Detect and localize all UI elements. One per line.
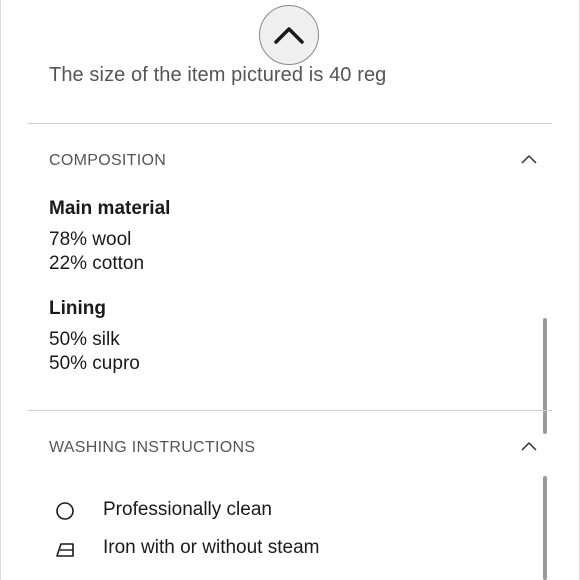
scrollbar-thumb[interactable] <box>543 318 547 434</box>
composition-title: COMPOSITION <box>49 152 167 169</box>
scroll-to-top-button[interactable] <box>259 5 319 65</box>
material-line: 78% wool <box>49 229 132 250</box>
chevron-up-icon <box>521 155 537 164</box>
professional-clean-circle-icon <box>56 502 74 520</box>
divider <box>28 410 552 411</box>
divider <box>28 123 552 124</box>
washing-instructions-title: WASHING INSTRUCTIONS <box>49 439 256 456</box>
size-note: The size of the item pictured is 40 reg <box>49 64 387 86</box>
material-line: 22% cotton <box>49 253 145 274</box>
care-instruction-label: Professionally clean <box>103 499 272 520</box>
care-instruction-label: Iron with or without steam <box>103 537 320 558</box>
frame-edge-left <box>0 0 1 580</box>
chevron-up-icon <box>521 442 537 451</box>
lining-title: Lining <box>49 298 106 319</box>
lining-line: 50% cupro <box>49 353 140 374</box>
scrollbar-thumb[interactable] <box>543 476 547 580</box>
composition-header[interactable]: COMPOSITION <box>49 148 539 176</box>
main-material-title: Main material <box>49 198 171 219</box>
chevron-up-icon <box>274 27 304 44</box>
lining-line: 50% silk <box>49 329 120 350</box>
washing-instructions-header[interactable]: WASHING INSTRUCTIONS <box>49 435 539 463</box>
iron-icon <box>56 543 74 557</box>
